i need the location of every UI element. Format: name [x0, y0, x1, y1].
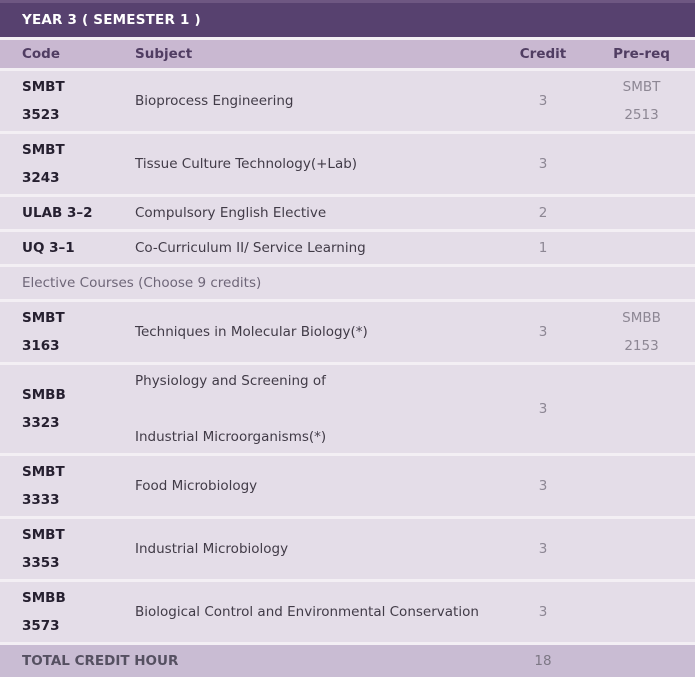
- course-code: SMBT 3333: [0, 453, 135, 518]
- course-subject: Physiology and Screening of Industrial M…: [135, 362, 498, 455]
- course-subject: Techniques in Molecular Biology(*): [135, 299, 498, 364]
- semester-card: YEAR 3 ( SEMESTER 1 ) Code Subject Credi…: [0, 0, 695, 677]
- semester-title: YEAR 3 ( SEMESTER 1 ): [22, 12, 201, 28]
- course-credit: 3: [498, 68, 588, 133]
- total-row: TOTAL CREDIT HOUR 18: [0, 642, 695, 677]
- course-subject: Tissue Culture Technology(+Lab): [135, 131, 498, 196]
- table-row: SMBT 3243 Tissue Culture Technology(+Lab)…: [0, 131, 695, 196]
- column-header-prereq: Pre-req: [588, 37, 695, 70]
- course-prereq: SMBB 2153: [588, 299, 695, 364]
- table-row: SMBT 3163 Techniques in Molecular Biology…: [0, 299, 695, 364]
- elective-note: Elective Courses (Choose 9 credits): [0, 264, 695, 301]
- course-credit: 3: [498, 299, 588, 364]
- table-row: SMBT 3333 Food Microbiology 3: [0, 453, 695, 518]
- course-credit: 1: [498, 229, 588, 266]
- table-row: ULAB 3–2 Compulsory English Elective 2: [0, 194, 695, 231]
- course-prereq: SMBT 2513: [588, 68, 695, 133]
- course-table-body: SMBT 3523 Bioprocess Engineering 3 SMBT 251…: [0, 68, 695, 644]
- total-label: TOTAL CREDIT HOUR: [0, 642, 498, 677]
- course-code: UQ 3–1: [0, 229, 135, 266]
- course-subject: Food Microbiology: [135, 453, 498, 518]
- course-subject: Biological Control and Environmental Con…: [135, 579, 498, 644]
- course-credit: 3: [498, 131, 588, 196]
- course-credit: 3: [498, 362, 588, 455]
- course-prereq: [588, 516, 695, 581]
- course-credit: 3: [498, 453, 588, 518]
- course-code: SMBT 3163: [0, 299, 135, 364]
- course-prereq: [588, 131, 695, 196]
- course-code: SMBB 3323: [0, 362, 135, 455]
- course-subject: Co-Curriculum II/ Service Learning: [135, 229, 498, 266]
- table-row: SMBT 3523 Bioprocess Engineering 3 SMBT 251…: [0, 68, 695, 133]
- header-row: Code Subject Credit Pre-req: [0, 37, 695, 70]
- course-code: ULAB 3–2: [0, 194, 135, 231]
- course-prereq: [588, 229, 695, 266]
- course-code: SMBB 3573: [0, 579, 135, 644]
- course-code: SMBT 3243: [0, 131, 135, 196]
- course-prereq: [588, 453, 695, 518]
- table-row: SMBB 3323 Physiology and Screening of Ind…: [0, 362, 695, 455]
- course-code: SMBT 3523: [0, 68, 135, 133]
- course-subject: Industrial Microbiology: [135, 516, 498, 581]
- table-row: SMBB 3573 Biological Control and Environm…: [0, 579, 695, 644]
- total-credit-value: 18: [498, 642, 588, 677]
- column-header-credit: Credit: [498, 37, 588, 70]
- semester-title-bar: YEAR 3 ( SEMESTER 1 ): [0, 0, 695, 37]
- course-credit: 3: [498, 579, 588, 644]
- course-credit: 3: [498, 516, 588, 581]
- table-row: SMBT 3353 Industrial Microbiology 3: [0, 516, 695, 581]
- column-header-subject: Subject: [135, 37, 498, 70]
- course-table-footer: TOTAL CREDIT HOUR 18: [0, 642, 695, 677]
- course-credit: 2: [498, 194, 588, 231]
- total-prereq-empty-cell: [588, 642, 695, 677]
- course-prereq: [588, 194, 695, 231]
- course-code: SMBT 3353: [0, 516, 135, 581]
- course-prereq: [588, 579, 695, 644]
- note-row: Elective Courses (Choose 9 credits): [0, 264, 695, 301]
- course-prereq: [588, 362, 695, 455]
- course-subject: Bioprocess Engineering: [135, 68, 498, 133]
- course-table-header: Code Subject Credit Pre-req: [0, 37, 695, 70]
- column-header-code: Code: [0, 37, 135, 70]
- course-table: Code Subject Credit Pre-req SMBT 3523 Bio…: [0, 37, 695, 677]
- table-row: UQ 3–1 Co-Curriculum II/ Service Learning…: [0, 229, 695, 266]
- course-subject: Compulsory English Elective: [135, 194, 498, 231]
